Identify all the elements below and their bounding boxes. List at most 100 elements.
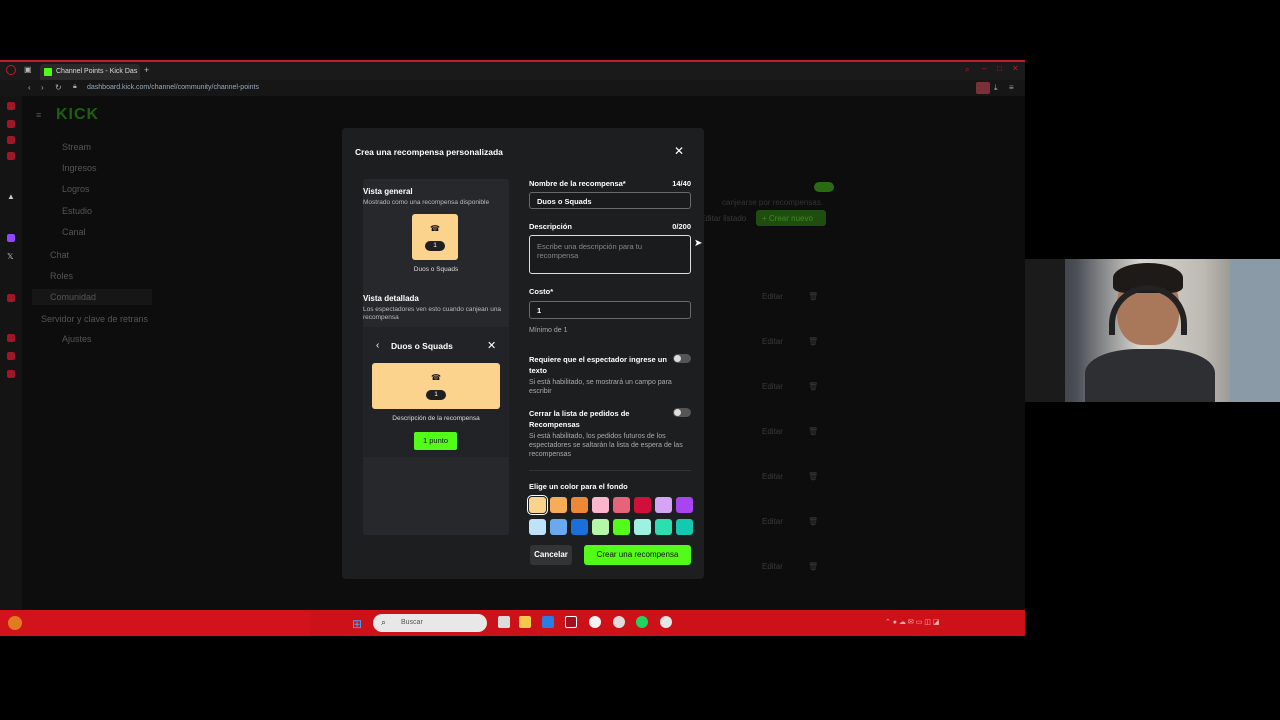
search-tabs-icon[interactable]: ⌕ — [965, 65, 969, 75]
settings-gear-icon[interactable] — [660, 616, 672, 628]
back-icon[interactable]: ‹ — [28, 83, 31, 92]
url-field[interactable]: dashboard.kick.com/channel/community/cha… — [87, 84, 259, 91]
require-text-toggle[interactable] — [673, 354, 691, 363]
color-swatch[interactable] — [571, 519, 588, 535]
nav-comunidad[interactable]: Comunidad — [50, 292, 96, 302]
reward-name-input[interactable]: Duos o Squads — [529, 192, 691, 209]
color-swatch[interactable] — [676, 519, 693, 535]
skip-queue-label: Cerrar la lista de pedidos de Recompensa… — [529, 409, 630, 429]
extension-icon[interactable] — [976, 82, 990, 94]
nav-stream[interactable]: Stream — [34, 142, 154, 158]
system-tray-icons[interactable]: ⌃ ● ☁ ✉ ▭ ◫ ◪ — [885, 618, 939, 626]
taskbar-search[interactable]: ⌕ Buscar — [373, 614, 487, 632]
color-swatch[interactable] — [655, 497, 672, 513]
maximize-icon[interactable]: □ — [997, 64, 1002, 73]
cost-input[interactable]: 1 — [529, 301, 691, 319]
sidebar-settings-icon[interactable] — [7, 370, 15, 378]
sidebar-history-icon[interactable] — [7, 334, 15, 342]
sidebar-x-icon[interactable]: 𝕏 — [7, 252, 13, 261]
forward-icon[interactable]: › — [41, 83, 44, 92]
color-swatch[interactable] — [527, 495, 548, 515]
trash-icon[interactable]: 🗑︎ — [808, 517, 818, 526]
sidebar-clock-icon[interactable] — [7, 352, 15, 360]
outlook-icon[interactable] — [542, 616, 554, 628]
nav-roles[interactable]: Roles — [50, 271, 73, 281]
sidebar-music-icon[interactable] — [7, 294, 15, 302]
edit-button[interactable]: Editar — [762, 517, 783, 526]
color-swatch[interactable] — [634, 519, 651, 535]
color-label: Elige un color para el fondo — [529, 482, 628, 491]
trash-icon[interactable]: 🗑︎ — [808, 292, 818, 301]
create-reward-button[interactable]: Crear una recompensa — [584, 545, 691, 565]
tab-channel-points[interactable]: Channel Points - Kick Das — [40, 64, 140, 80]
nav-canal[interactable]: Canal — [34, 227, 154, 243]
weather-icon[interactable] — [8, 616, 22, 630]
sidebar-whatsapp-icon[interactable] — [7, 152, 15, 160]
sidebar-shop-icon[interactable] — [7, 120, 15, 128]
color-swatch[interactable] — [592, 519, 609, 535]
edit-button[interactable]: Editar — [762, 427, 783, 436]
nav-ajustes[interactable]: Ajustes — [34, 334, 154, 350]
edit-button[interactable]: Editar — [762, 382, 783, 391]
nav-estudio[interactable]: Estudio — [34, 206, 154, 222]
edit-button[interactable]: Editar — [762, 292, 783, 301]
detail-subtitle: Los espectadores ven esto cuando canjean… — [363, 306, 502, 321]
sidebar-aria-icon[interactable]: ▲ — [7, 192, 15, 201]
color-swatch[interactable] — [676, 497, 693, 513]
edit-button[interactable]: Editar — [762, 472, 783, 481]
close-window-icon[interactable]: ✕ — [1012, 64, 1019, 73]
color-swatch[interactable] — [613, 519, 630, 535]
cost-label: Costo* — [529, 287, 554, 296]
reload-icon[interactable]: ↻ — [55, 83, 62, 92]
trash-icon[interactable]: 🗑︎ — [808, 427, 818, 436]
workspaces-icon[interactable]: ▣ — [24, 65, 32, 74]
color-swatch[interactable] — [550, 497, 567, 513]
reward-cost-pill: 1 — [425, 241, 445, 251]
name-label: Nombre de la recompensa* — [529, 179, 626, 188]
opera-logo-icon[interactable] — [6, 65, 16, 75]
color-swatch[interactable] — [550, 519, 567, 535]
windows-start-icon[interactable]: ⊞ — [352, 617, 362, 631]
minimize-icon[interactable]: – — [982, 64, 986, 73]
nav-chat[interactable]: Chat — [50, 250, 69, 260]
trash-icon[interactable]: 🗑︎ — [808, 382, 818, 391]
color-swatch[interactable] — [571, 497, 588, 513]
opera-taskbar-icon[interactable] — [565, 616, 577, 628]
color-swatch[interactable] — [655, 519, 672, 535]
description-textarea[interactable]: Escribe una descripción para tu recompen… — [529, 235, 691, 274]
kick-favicon-icon — [44, 68, 52, 76]
create-new-button[interactable]: + Crear nuevo — [756, 210, 826, 226]
trash-icon[interactable]: 🗑︎ — [808, 337, 818, 346]
edit-list-link[interactable]: Editar listado — [700, 214, 746, 223]
nav-ingresos[interactable]: Ingresos — [34, 163, 154, 179]
sidebar-home-icon[interactable] — [7, 102, 15, 110]
skip-queue-toggle[interactable] — [673, 408, 691, 417]
close-icon[interactable]: ✕ — [674, 144, 684, 158]
description-counter: 0/200 — [672, 222, 691, 231]
nav-servidor[interactable]: Servidor y clave de retrans — [41, 314, 148, 324]
trash-icon[interactable]: 🗑︎ — [808, 562, 818, 571]
address-bar: ‹ › ↻ 🔒︎ dashboard.kick.com/channel/comm… — [0, 80, 1025, 96]
cancel-button[interactable]: Cancelar — [530, 545, 572, 565]
edit-button[interactable]: Editar — [762, 337, 783, 346]
menu-icon[interactable]: ≡ — [1009, 83, 1014, 92]
trash-icon[interactable]: 🗑︎ — [808, 472, 818, 481]
steam-icon[interactable] — [613, 616, 625, 628]
kick-logo[interactable]: KICK — [56, 106, 99, 124]
color-swatch[interactable] — [529, 519, 546, 535]
chrome-icon[interactable] — [589, 616, 601, 628]
color-swatch[interactable] — [634, 497, 651, 513]
sidebar-messenger-icon[interactable] — [7, 136, 15, 144]
color-swatch[interactable] — [613, 497, 630, 513]
file-explorer-icon[interactable] — [519, 616, 531, 628]
new-tab-icon[interactable]: + — [144, 65, 149, 75]
task-view-icon[interactable] — [498, 616, 510, 628]
nav-logros[interactable]: Logros — [34, 184, 154, 200]
channel-points-toggle[interactable] — [814, 182, 834, 192]
sidebar-twitch-icon[interactable] — [7, 234, 15, 242]
hamburger-icon[interactable]: ≡ — [36, 110, 41, 120]
edit-button[interactable]: Editar — [762, 562, 783, 571]
color-swatch[interactable] — [592, 497, 609, 513]
download-icon[interactable]: ⤓ — [994, 83, 998, 93]
spotify-icon[interactable] — [636, 616, 648, 628]
